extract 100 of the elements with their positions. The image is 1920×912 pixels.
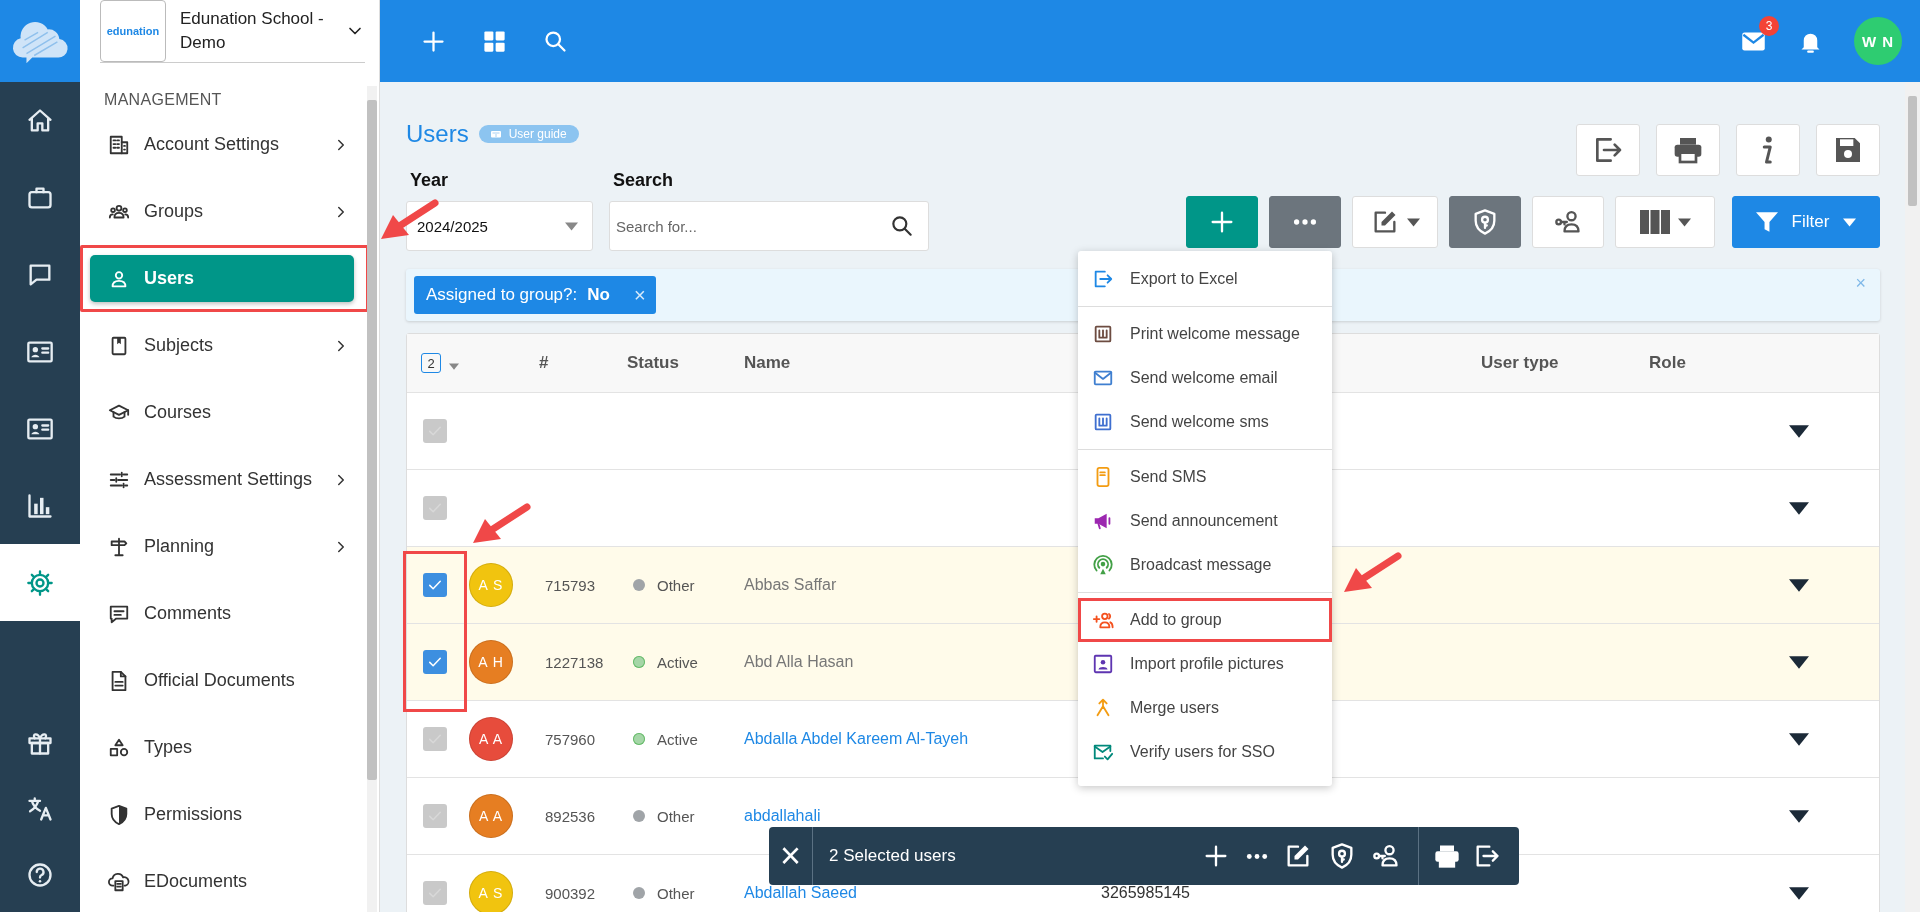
expand-caret-icon[interactable] (1789, 424, 1809, 438)
sidebar-item[interactable]: Planning (90, 523, 354, 570)
expand-caret-icon[interactable] (1789, 732, 1809, 746)
settings-icon (26, 568, 54, 597)
status-text: Other (657, 807, 695, 825)
status-text: Other (657, 884, 695, 902)
menu-item[interactable]: Send SMS (1078, 455, 1332, 499)
user-key-icon (1554, 208, 1582, 236)
expand-caret-icon[interactable] (1789, 886, 1809, 900)
table-cell-text: 1227138 (544, 653, 604, 671)
columns-icon (1639, 210, 1670, 234)
export-button[interactable] (1576, 124, 1640, 176)
sidebar-item[interactable]: Official Documents (90, 657, 354, 704)
selected-count[interactable]: 2 (421, 353, 441, 373)
user-name-link[interactable]: Abdallah Saeed (744, 884, 857, 902)
sidebar-item[interactable]: Account Settings (90, 121, 354, 168)
checkbox[interactable] (423, 573, 447, 597)
organization-switcher[interactable]: edunation Edunation School - Demo (100, 0, 365, 63)
organization-name: Edunation School - Demo (180, 8, 325, 54)
menu-item[interactable]: Add to group (1078, 598, 1332, 642)
user-key-button[interactable] (1532, 196, 1604, 248)
funnel-icon (1755, 212, 1778, 232)
checkbox[interactable] (423, 650, 447, 674)
shield-icon (108, 803, 130, 826)
column-header[interactable]: # (539, 353, 549, 373)
menu-item[interactable]: Verify users for SSO (1078, 730, 1332, 774)
broadcast-icon (1092, 553, 1114, 576)
caret-icon (1677, 217, 1691, 227)
filter-button[interactable]: Filter (1732, 196, 1880, 248)
columns-button[interactable] (1615, 196, 1715, 248)
field-label: Search (612, 170, 675, 191)
scrollbar[interactable] (367, 86, 377, 912)
year-dropdown[interactable]: 2024/2025 (406, 201, 593, 251)
caret-icon (1843, 217, 1857, 227)
info-button[interactable] (1736, 124, 1800, 176)
status-text: Active (657, 730, 698, 748)
search-field[interactable]: Search for... (609, 201, 929, 251)
avatar: A H (469, 640, 513, 684)
expand-caret-icon[interactable] (1789, 578, 1809, 592)
menu-item[interactable]: Import profile pictures (1078, 642, 1332, 686)
selection-count: 2 Selected users (829, 846, 957, 866)
sidebar-item[interactable]: EDocuments (90, 858, 354, 905)
filter-chip[interactable]: Assigned to group?: No × (414, 276, 656, 314)
permissions-button[interactable] (1449, 196, 1521, 248)
dots-icon (1293, 218, 1317, 226)
user-name: Abd Alla Hasan (744, 653, 854, 671)
status-text: Active (657, 653, 698, 671)
menu-item[interactable]: Merge users (1078, 686, 1332, 730)
column-header[interactable]: Role (1649, 353, 1686, 373)
user-name-link[interactable]: abdallahali (744, 807, 821, 825)
help-icon (26, 861, 54, 889)
scrollbar[interactable] (1905, 82, 1920, 912)
user-name-link[interactable]: Abdalla Abdel Kareem Al-Tayeh (744, 730, 969, 748)
sidebar-item[interactable]: Courses (90, 389, 354, 436)
shapes-icon (108, 736, 130, 759)
more-button[interactable] (1269, 196, 1341, 248)
checkbox[interactable] (423, 496, 447, 520)
page-title: Users (406, 120, 469, 148)
building-icon (108, 133, 130, 156)
column-header[interactable]: User type (1481, 353, 1559, 373)
user-key-icon[interactable] (1372, 842, 1400, 870)
menu-item[interactable]: Print welcome message (1078, 312, 1332, 356)
add-button[interactable] (1186, 196, 1258, 248)
expand-caret-icon[interactable] (1789, 501, 1809, 515)
table-cell-text: 892536 (544, 807, 596, 825)
template-icon (1092, 323, 1114, 345)
sidebar-item[interactable]: Groups (90, 188, 354, 235)
sidebar-item[interactable]: Comments (90, 590, 354, 637)
table-cell-text: 757960 (544, 730, 596, 748)
expand-caret-icon[interactable] (1789, 809, 1809, 823)
caret-icon[interactable] (449, 362, 459, 370)
sidebar-item[interactable]: Users (90, 255, 354, 302)
caret-icon (1406, 217, 1420, 227)
dots-icon[interactable] (1246, 852, 1268, 860)
checkbox[interactable] (423, 881, 447, 905)
table-cell: 3265985145 (1101, 884, 1190, 902)
bar-chart-icon (26, 491, 54, 520)
column-header[interactable]: Status (627, 353, 679, 373)
home-icon (26, 106, 54, 135)
menu-item[interactable]: Send announcement (1078, 499, 1332, 543)
edit-button[interactable] (1352, 196, 1438, 248)
column-header[interactable]: Name (744, 353, 791, 373)
sidebar-item[interactable]: Permissions (90, 791, 354, 838)
menu-item[interactable]: Send welcome email (1078, 356, 1332, 400)
organization-logo: edunation (100, 0, 166, 62)
avatar: A A (469, 794, 513, 838)
expand-caret-icon[interactable] (1789, 655, 1809, 669)
sidebar-item[interactable]: Subjects (90, 322, 354, 369)
checkbox[interactable] (423, 419, 447, 443)
sidebar-item[interactable]: Types (90, 724, 354, 771)
section-heading: MANAGEMENT (103, 91, 223, 109)
close-button[interactable]: × (769, 827, 813, 885)
print-button[interactable] (1656, 124, 1720, 176)
user-name: Abbas Saffar (744, 576, 837, 594)
notification-badge: 3 (1759, 15, 1779, 36)
checkbox[interactable] (423, 804, 447, 828)
sidebar-item[interactable]: Assessment Settings (90, 456, 354, 503)
save-button[interactable] (1816, 124, 1880, 176)
search-icon[interactable] (889, 213, 915, 239)
checkbox[interactable] (423, 727, 447, 751)
